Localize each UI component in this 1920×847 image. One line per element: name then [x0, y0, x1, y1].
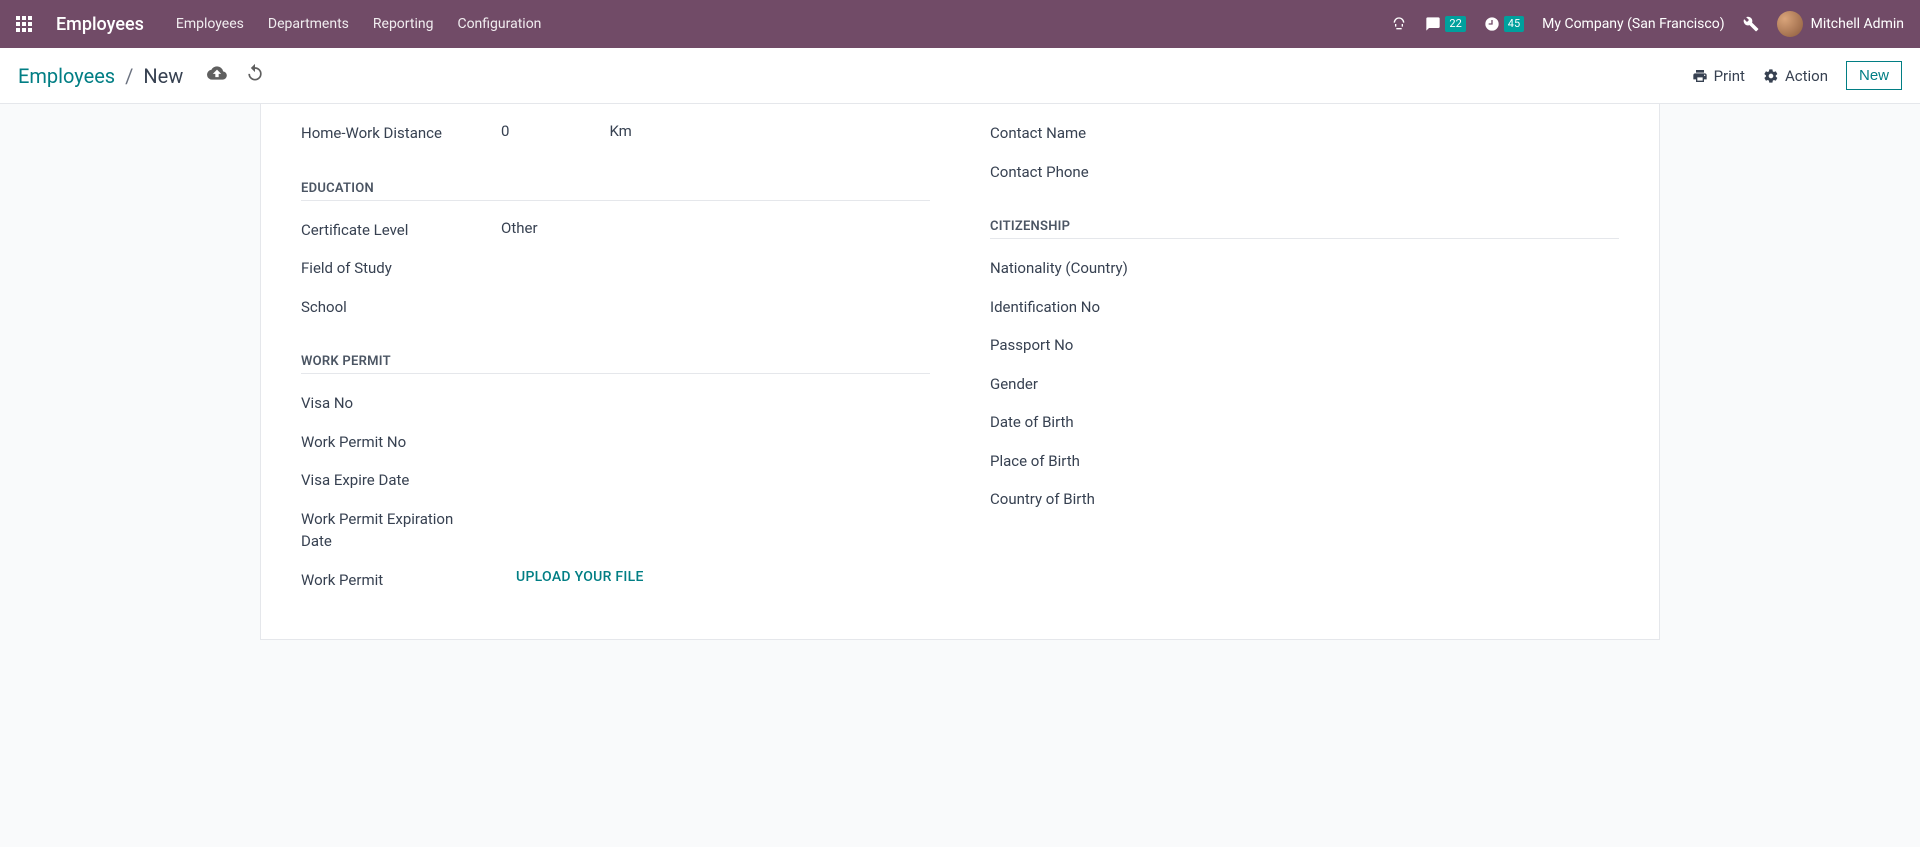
breadcrumb-current: New — [143, 64, 183, 88]
field-passport-no[interactable]: Passport No — [990, 326, 1619, 365]
section-citizenship: Citizenship — [990, 219, 1619, 239]
passport-no-label: Passport No — [990, 334, 1210, 357]
form-right-column: Contact Name Contact Phone Citizenship N… — [990, 114, 1619, 599]
field-contact-name[interactable]: Contact Name — [990, 114, 1619, 153]
field-nationality[interactable]: Nationality (Country) — [990, 249, 1619, 288]
certificate-level-value: Other — [501, 219, 538, 237]
field-of-study-label: Field of Study — [301, 257, 501, 280]
school-label: School — [301, 296, 501, 319]
breadcrumb: Employees / New — [18, 63, 265, 88]
field-contact-phone[interactable]: Contact Phone — [990, 153, 1619, 192]
home-work-distance-value: 0 — [501, 122, 509, 140]
work-permit-expiration-date-label: Work Permit Expiration Date — [301, 508, 481, 553]
breadcrumb-separator: / — [125, 64, 133, 88]
discard-icon[interactable] — [245, 63, 265, 88]
user-menu[interactable]: Mitchell Admin — [1777, 11, 1904, 37]
field-field-of-study[interactable]: Field of Study — [301, 249, 930, 288]
country-of-birth-label: Country of Birth — [990, 488, 1210, 511]
activities-badge: 45 — [1504, 16, 1524, 32]
company-switcher[interactable]: My Company (San Francisco) — [1542, 16, 1724, 32]
breadcrumb-root[interactable]: Employees — [18, 64, 115, 88]
place-of-birth-label: Place of Birth — [990, 450, 1210, 473]
form-left-column: Home-Work Distance 0 Km Education Certif… — [301, 114, 930, 599]
visa-no-label: Visa No — [301, 392, 501, 415]
menu-employees[interactable]: Employees — [176, 16, 244, 32]
field-school[interactable]: School — [301, 288, 930, 327]
field-work-permit-expiration-date[interactable]: Work Permit Expiration Date — [301, 500, 930, 561]
contact-phone-label: Contact Phone — [990, 161, 1210, 184]
field-date-of-birth[interactable]: Date of Birth — [990, 403, 1619, 442]
contact-name-label: Contact Name — [990, 122, 1210, 145]
certificate-level-label: Certificate Level — [301, 219, 501, 242]
activities-icon[interactable]: 45 — [1484, 16, 1524, 32]
nationality-label: Nationality (Country) — [990, 257, 1210, 280]
field-identification-no[interactable]: Identification No — [990, 288, 1619, 327]
new-button[interactable]: New — [1846, 61, 1902, 90]
messages-icon[interactable]: 22 — [1425, 16, 1465, 32]
field-place-of-birth[interactable]: Place of Birth — [990, 442, 1619, 481]
date-of-birth-label: Date of Birth — [990, 411, 1210, 434]
messages-badge: 22 — [1445, 16, 1465, 32]
upload-file-button[interactable]: Upload your file — [516, 569, 644, 585]
home-work-distance-label: Home-Work Distance — [301, 122, 501, 145]
field-work-permit-file[interactable]: Work Permit Upload your file — [301, 561, 930, 600]
menu-departments[interactable]: Departments — [268, 16, 349, 32]
field-country-of-birth[interactable]: Country of Birth — [990, 480, 1619, 519]
user-name: Mitchell Admin — [1811, 16, 1904, 32]
action-button[interactable]: Action — [1763, 67, 1828, 85]
visa-expire-date-label: Visa Expire Date — [301, 469, 501, 492]
debug-icon[interactable] — [1743, 16, 1759, 32]
identification-no-label: Identification No — [990, 296, 1210, 319]
section-education: Education — [301, 181, 930, 201]
work-permit-no-label: Work Permit No — [301, 431, 501, 454]
home-work-distance-unit: Km — [609, 122, 631, 140]
field-work-permit-no[interactable]: Work Permit No — [301, 423, 930, 462]
menu-reporting[interactable]: Reporting — [373, 16, 434, 32]
field-certificate-level[interactable]: Certificate Level Other — [301, 211, 930, 250]
field-home-work-distance[interactable]: Home-Work Distance 0 Km — [301, 114, 930, 153]
gender-label: Gender — [990, 373, 1210, 396]
app-title[interactable]: Employees — [56, 14, 144, 35]
tour-icon[interactable] — [1391, 16, 1407, 32]
main-navbar: Employees Employees Departments Reportin… — [0, 0, 1920, 48]
menu-configuration[interactable]: Configuration — [457, 16, 541, 32]
section-work-permit: Work Permit — [301, 354, 930, 374]
print-button[interactable]: Print — [1692, 67, 1745, 85]
save-icon[interactable] — [207, 63, 227, 88]
field-gender[interactable]: Gender — [990, 365, 1619, 404]
field-visa-no[interactable]: Visa No — [301, 384, 930, 423]
form-sheet: Home-Work Distance 0 Km Education Certif… — [260, 104, 1660, 640]
control-bar: Employees / New Print Action New — [0, 48, 1920, 104]
work-permit-label: Work Permit — [301, 569, 501, 592]
user-avatar — [1777, 11, 1803, 37]
field-visa-expire-date[interactable]: Visa Expire Date — [301, 461, 930, 500]
apps-icon[interactable] — [16, 16, 32, 32]
form-scroll-area[interactable]: Home-Work Distance 0 Km Education Certif… — [0, 104, 1920, 847]
